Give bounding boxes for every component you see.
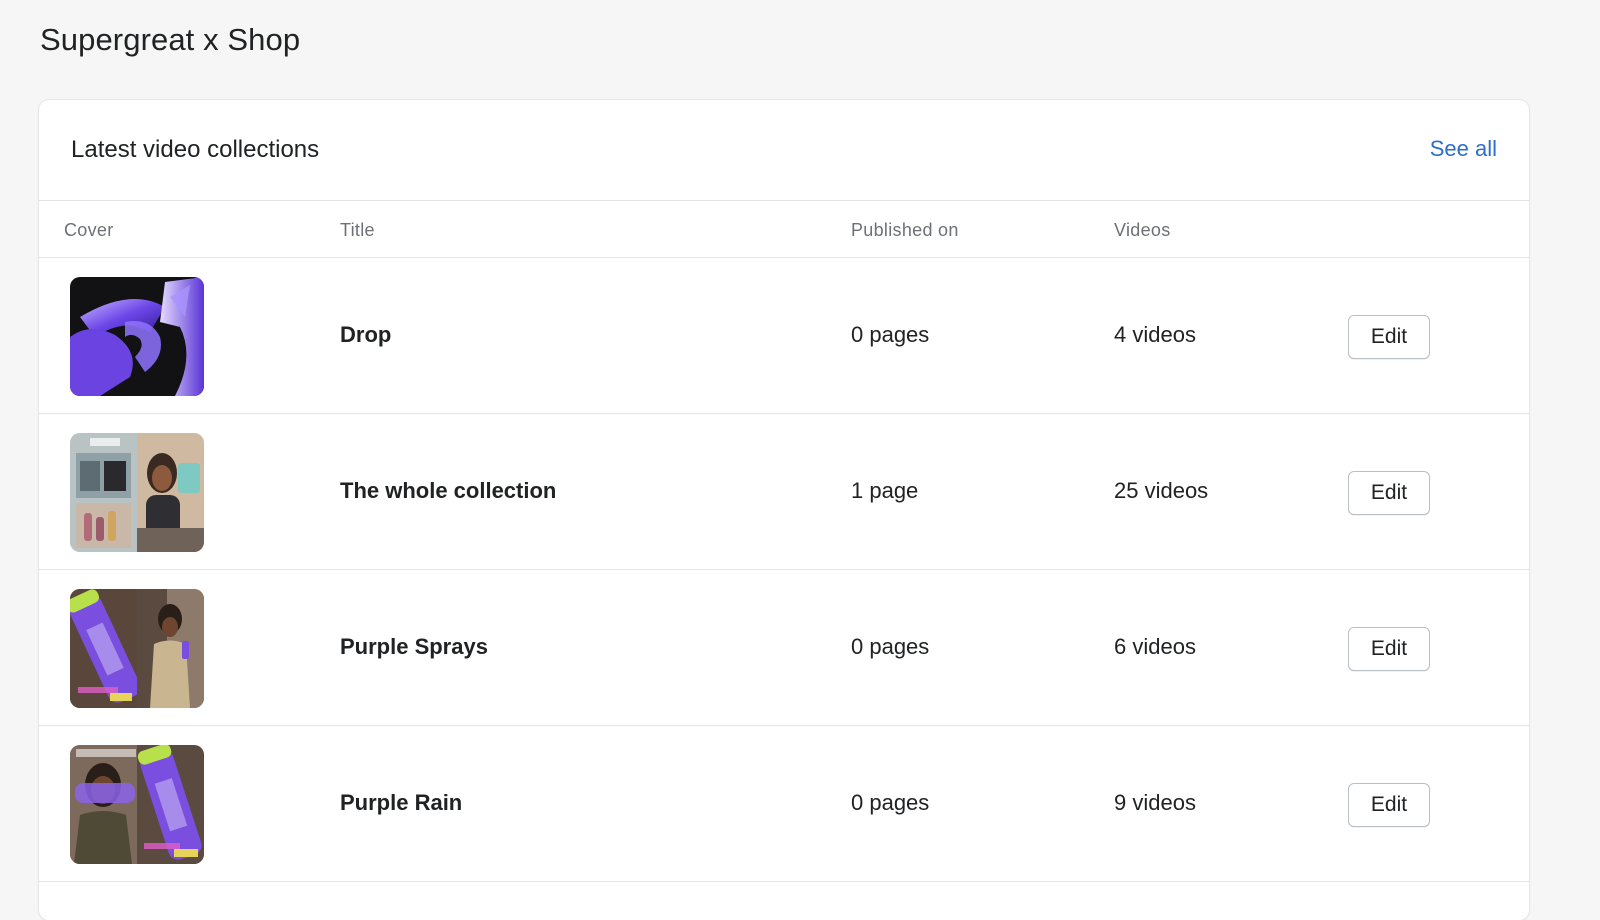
table-row[interactable]: Purple Sprays 0 pages 6 videos Edit <box>39 570 1529 726</box>
table-header: Cover Title Published on Videos <box>39 201 1529 258</box>
published-on: 1 page <box>851 478 919 503</box>
published-on: 0 pages <box>851 322 930 347</box>
edit-button[interactable]: Edit <box>1348 471 1430 515</box>
cover-thumbnail[interactable] <box>70 433 204 552</box>
column-header-published-on: Published on <box>851 220 959 240</box>
card-title: Latest video collections <box>71 136 320 163</box>
column-header-cover: Cover <box>64 220 114 240</box>
card-header: Latest video collections See all <box>39 100 1529 201</box>
published-on: 0 pages <box>851 790 930 815</box>
edit-button[interactable]: Edit <box>1348 315 1430 359</box>
cover-thumbnail[interactable] <box>70 745 204 864</box>
collection-title[interactable]: Drop <box>340 322 391 348</box>
edit-button[interactable]: Edit <box>1348 627 1430 671</box>
collection-title[interactable]: Purple Sprays <box>340 634 488 660</box>
table-row[interactable]: The whole collection 1 page 25 videos Ed… <box>39 414 1529 570</box>
table-row[interactable]: Purple Rain 0 pages 9 videos Edit <box>39 726 1529 882</box>
video-count: 4 videos <box>1114 322 1196 347</box>
published-on: 0 pages <box>851 634 930 659</box>
column-header-videos: Videos <box>1114 220 1171 240</box>
edit-button[interactable]: Edit <box>1348 783 1430 827</box>
cover-thumbnail[interactable] <box>70 277 204 396</box>
spray-bottle-collage-icon <box>70 589 204 708</box>
video-count: 25 videos <box>1114 478 1209 503</box>
cover-thumbnail[interactable] <box>70 589 204 708</box>
collection-title[interactable]: The whole collection <box>340 478 556 504</box>
video-collections-card: Latest video collections See all Cover T… <box>39 100 1529 920</box>
abstract-shape-icon <box>70 277 204 396</box>
table-row[interactable]: Drop 0 pages 4 videos Edit <box>39 258 1529 414</box>
video-collage-icon <box>70 433 204 552</box>
column-header-title: Title <box>340 220 375 240</box>
video-count: 6 videos <box>1114 634 1196 659</box>
collection-title[interactable]: Purple Rain <box>340 790 462 816</box>
spray-bottle-collage-icon <box>70 745 204 864</box>
page-title: Supergreat x Shop <box>40 22 301 57</box>
video-count: 9 videos <box>1114 790 1196 815</box>
see-all-link[interactable]: See all <box>1430 136 1497 162</box>
